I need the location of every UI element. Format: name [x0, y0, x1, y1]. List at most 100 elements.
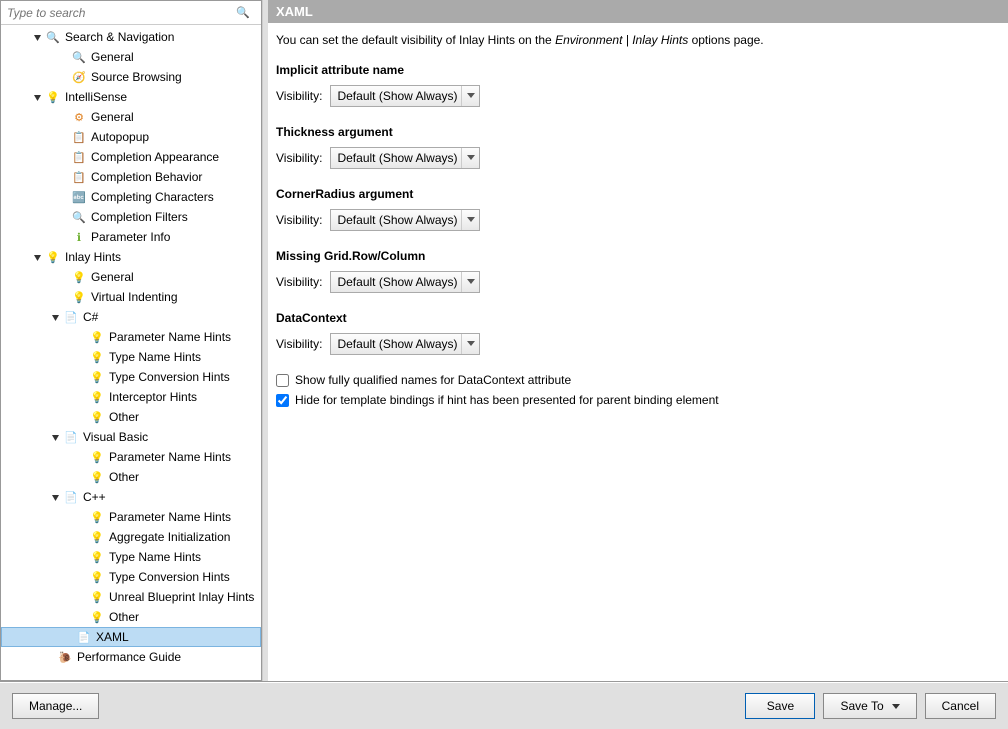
tree-item[interactable]: 💡Inlay Hints [1, 247, 261, 267]
visibility-dropdown[interactable]: Default (Show Always) [330, 333, 480, 355]
tree-item-icon: 🔍 [71, 209, 87, 225]
tree-item[interactable]: 💡Other [1, 407, 261, 427]
tree-item[interactable]: 💡Virtual Indenting [1, 287, 261, 307]
search-icon[interactable]: 🔍 [235, 5, 251, 21]
tree-item[interactable]: 💡Type Conversion Hints [1, 567, 261, 587]
arrow-spacer [57, 151, 69, 163]
section-title: Thickness argument [276, 125, 1000, 139]
expand-arrow-icon[interactable] [31, 251, 43, 263]
checkbox-row[interactable]: Show fully qualified names for DataConte… [276, 373, 1000, 387]
tree-item[interactable]: 💡Other [1, 607, 261, 627]
chevron-down-icon [461, 334, 479, 354]
tree-item-label: Type Name Hints [109, 550, 201, 564]
visibility-row: Visibility:Default (Show Always) [276, 85, 1000, 107]
tree-item-icon: 💡 [89, 589, 105, 605]
tree-item-icon: 💡 [89, 349, 105, 365]
expand-arrow-icon[interactable] [49, 431, 61, 443]
tree-item-icon: 📄 [76, 629, 92, 645]
expand-arrow-icon[interactable] [49, 491, 61, 503]
tree-item[interactable]: 📋Completion Behavior [1, 167, 261, 187]
tree-item[interactable]: 🔍Completion Filters [1, 207, 261, 227]
save-button[interactable]: Save [745, 693, 815, 719]
footer: Manage... Save Save To Cancel [0, 682, 1008, 729]
tree-item-label: C# [83, 310, 98, 324]
tree-item[interactable]: 🔤Completing Characters [1, 187, 261, 207]
tree-item-icon: 💡 [45, 89, 61, 105]
tree-item-label: Completion Appearance [91, 150, 219, 164]
arrow-spacer [75, 511, 87, 523]
tree-item-label: Performance Guide [77, 650, 181, 664]
search-box[interactable]: 🔍 [1, 1, 261, 25]
tree-item[interactable]: 💡Type Name Hints [1, 347, 261, 367]
tree-item-label: Completion Behavior [91, 170, 202, 184]
arrow-spacer [75, 411, 87, 423]
options-tree[interactable]: 🔍Search & Navigation🔍General🧭Source Brow… [1, 25, 261, 680]
expand-arrow-icon[interactable] [31, 91, 43, 103]
tree-item[interactable]: 💡General [1, 267, 261, 287]
arrow-spacer [75, 611, 87, 623]
tree-item-icon: 💡 [89, 509, 105, 525]
tree-item-icon: 🐌 [57, 649, 73, 665]
visibility-dropdown[interactable]: Default (Show Always) [330, 271, 480, 293]
tree-item-label: General [91, 270, 134, 284]
tree-item[interactable]: 📄 C# [1, 307, 261, 327]
arrow-spacer [43, 651, 55, 663]
expand-arrow-icon[interactable] [49, 311, 61, 323]
manage-button[interactable]: Manage... [12, 693, 99, 719]
arrow-spacer [57, 211, 69, 223]
tree-item-label: Autopopup [91, 130, 149, 144]
tree-item[interactable]: 📋Completion Appearance [1, 147, 261, 167]
tree-item[interactable]: 🔍General [1, 47, 261, 67]
dropdown-value: Default (Show Always) [337, 275, 457, 289]
visibility-dropdown[interactable]: Default (Show Always) [330, 209, 480, 231]
tree-item[interactable]: 📄 XAML [1, 627, 261, 647]
tree-item[interactable]: ℹParameter Info [1, 227, 261, 247]
tree-item[interactable]: 💡Aggregate Initialization [1, 527, 261, 547]
tree-item-icon: 📄 [63, 309, 79, 325]
chevron-down-icon [461, 272, 479, 292]
tree-item[interactable]: 📄C++ [1, 487, 261, 507]
visibility-dropdown[interactable]: Default (Show Always) [330, 85, 480, 107]
arrow-spacer [75, 351, 87, 363]
tree-item-label: Parameter Name Hints [109, 330, 231, 344]
tree-item-icon: 💡 [89, 409, 105, 425]
save-to-button[interactable]: Save To [823, 693, 916, 719]
tree-item[interactable]: 💡Parameter Name Hints [1, 447, 261, 467]
tree-item[interactable]: ⚙General [1, 107, 261, 127]
checkbox[interactable] [276, 394, 289, 407]
tree-item[interactable]: 📄Visual Basic [1, 427, 261, 447]
tree-item-label: XAML [96, 630, 129, 644]
checkbox[interactable] [276, 374, 289, 387]
tree-item[interactable]: 💡Parameter Name Hints [1, 507, 261, 527]
tree-item[interactable]: 📋Autopopup [1, 127, 261, 147]
arrow-spacer [57, 191, 69, 203]
tree-item-icon: 💡 [45, 249, 61, 265]
arrow-spacer [75, 331, 87, 343]
checkbox-row[interactable]: Hide for template bindings if hint has b… [276, 393, 1000, 407]
visibility-label: Visibility: [276, 213, 322, 227]
tree-item-label: General [91, 50, 134, 64]
tree-item[interactable]: 💡Interceptor Hints [1, 387, 261, 407]
tree-item[interactable]: 💡 Parameter Name Hints [1, 327, 261, 347]
visibility-row: Visibility:Default (Show Always) [276, 333, 1000, 355]
tree-item[interactable]: 💡 Unreal Blueprint Inlay Hints [1, 587, 261, 607]
tree-item-icon: 💡 [89, 569, 105, 585]
visibility-row: Visibility:Default (Show Always) [276, 147, 1000, 169]
tree-item[interactable]: 🔍Search & Navigation [1, 27, 261, 47]
dropdown-value: Default (Show Always) [337, 213, 457, 227]
arrow-spacer [62, 631, 74, 643]
tree-item[interactable]: 💡Other [1, 467, 261, 487]
visibility-dropdown[interactable]: Default (Show Always) [330, 147, 480, 169]
tree-item-label: Unreal Blueprint Inlay Hints [109, 590, 254, 604]
search-input[interactable] [7, 6, 235, 20]
section-title: CornerRadius argument [276, 187, 1000, 201]
tree-item[interactable]: 💡IntelliSense [1, 87, 261, 107]
dropdown-value: Default (Show Always) [337, 89, 457, 103]
tree-item-icon: 💡 [89, 329, 105, 345]
cancel-button[interactable]: Cancel [925, 693, 996, 719]
tree-item[interactable]: 🐌 Performance Guide [1, 647, 261, 667]
tree-item[interactable]: 💡Type Conversion Hints [1, 367, 261, 387]
expand-arrow-icon[interactable] [31, 31, 43, 43]
tree-item[interactable]: 🧭Source Browsing [1, 67, 261, 87]
tree-item[interactable]: 💡Type Name Hints [1, 547, 261, 567]
